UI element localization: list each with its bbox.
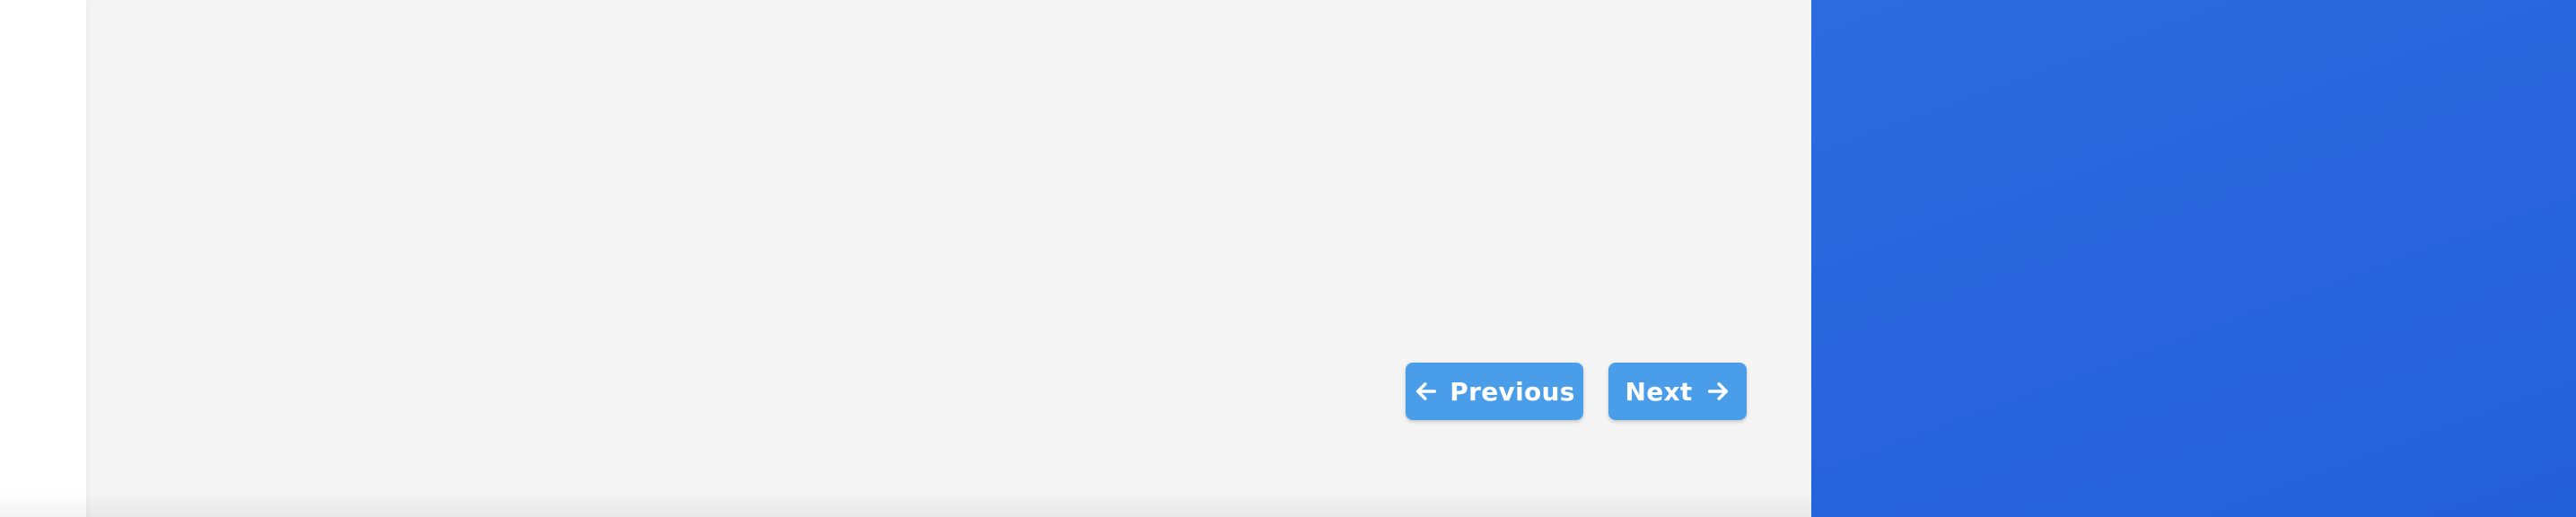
arrow-left-icon <box>1414 379 1439 404</box>
previous-button-label: Previous <box>1450 376 1575 407</box>
arrow-right-icon <box>1705 379 1730 404</box>
previous-button[interactable]: Previous <box>1406 363 1583 420</box>
content-panel <box>86 0 1811 517</box>
next-button-label: Next <box>1625 376 1693 407</box>
pagination-controls: Previous Next <box>1406 363 1747 420</box>
next-button[interactable]: Next <box>1608 363 1747 420</box>
page: Previous Next <box>0 0 2576 517</box>
side-panel <box>1811 0 2576 517</box>
left-gutter <box>0 0 86 517</box>
